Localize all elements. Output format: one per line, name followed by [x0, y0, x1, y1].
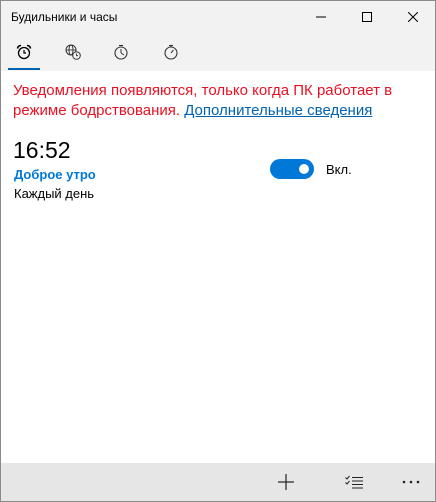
more-info-link[interactable]: Дополнительные сведения — [184, 102, 372, 119]
sleep-notice: Уведомления появляются, только когда ПК … — [13, 81, 413, 121]
alarm-toggle-label: Вкл. — [326, 162, 352, 177]
alarm-clock-icon — [16, 44, 32, 60]
close-button[interactable] — [390, 1, 435, 33]
tab-bar — [1, 33, 435, 71]
tab-alarm[interactable] — [2, 33, 46, 71]
world-clock-icon — [65, 44, 81, 60]
plus-icon — [278, 474, 294, 490]
more-icon — [402, 480, 420, 484]
minimize-button[interactable] — [298, 1, 344, 33]
close-icon — [408, 12, 418, 22]
maximize-button[interactable] — [344, 1, 390, 33]
more-button[interactable] — [389, 463, 433, 501]
stopwatch-icon — [164, 44, 178, 60]
maximize-icon — [362, 12, 372, 22]
add-alarm-button[interactable] — [264, 463, 308, 501]
alarm-name: Доброе утро — [14, 167, 96, 182]
minimize-icon — [316, 16, 326, 18]
timer-icon — [114, 44, 128, 60]
select-list-icon — [345, 475, 363, 489]
tab-timer[interactable] — [99, 33, 143, 71]
window-title: Будильники и часы — [11, 10, 118, 24]
alarm-toggle[interactable] — [270, 159, 314, 179]
toggle-knob — [299, 164, 309, 174]
alarm-time: 16:52 — [13, 137, 71, 163]
alarm-repeat: Каждый день — [14, 186, 95, 201]
command-bar — [1, 463, 435, 501]
app-window: Будильники и часы Уведомления появляются… — [0, 0, 436, 502]
select-alarms-button[interactable] — [332, 463, 376, 501]
tab-world-clock[interactable] — [51, 33, 95, 71]
tab-stopwatch[interactable] — [149, 33, 193, 71]
alarm-list-page: Уведомления появляются, только когда ПК … — [1, 71, 435, 463]
title-bar[interactable]: Будильники и часы — [1, 1, 435, 33]
tab-selected-indicator — [8, 68, 40, 70]
